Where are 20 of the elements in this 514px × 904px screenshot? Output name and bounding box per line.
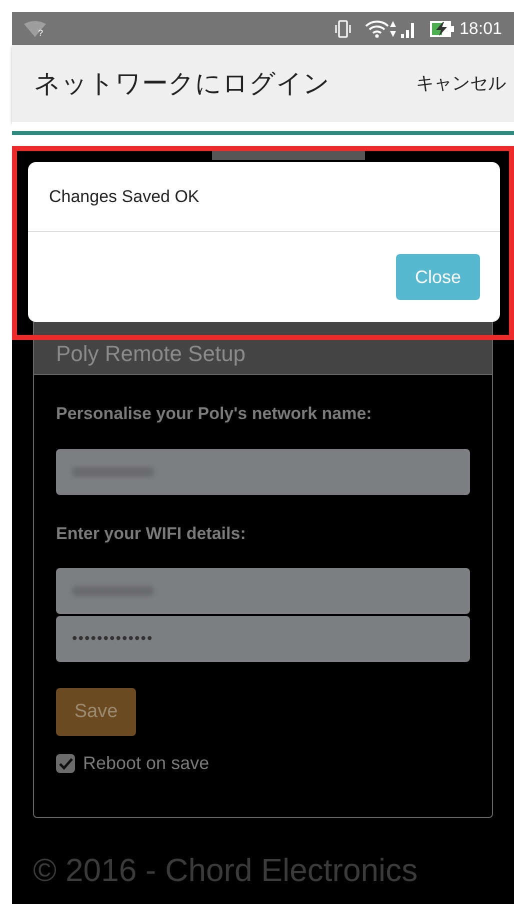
dialog-message: Changes Saved OK [49, 186, 200, 208]
wifi-icon [365, 20, 390, 38]
cancel-button[interactable]: キャンセル [416, 70, 506, 97]
checkbox-label: Reboot on save [83, 752, 210, 775]
field-label: Enter your WIFI details: [56, 522, 247, 544]
panel-heading: Poly Remote Setup [56, 341, 246, 366]
save-button[interactable]: Save [56, 688, 136, 736]
app-bar-title: ネットワークにログイン [34, 67, 330, 100]
input-field[interactable] [56, 448, 470, 494]
checkbox[interactable] [56, 754, 75, 773]
data-arrows-icon [389, 20, 398, 38]
input-field[interactable] [56, 568, 470, 614]
password-field[interactable]: ••••••••••••• [56, 616, 470, 662]
clock-time: 18:01 [459, 18, 502, 40]
close-button[interactable]: Close [396, 254, 480, 300]
vibrate-icon [333, 20, 354, 38]
footer-copyright: © 2016 - Chord Electronics [33, 851, 419, 890]
check-icon [58, 758, 72, 770]
wifi-question-icon: ? [24, 20, 46, 36]
field-label: Personalise your Poly's network name: [56, 403, 373, 425]
